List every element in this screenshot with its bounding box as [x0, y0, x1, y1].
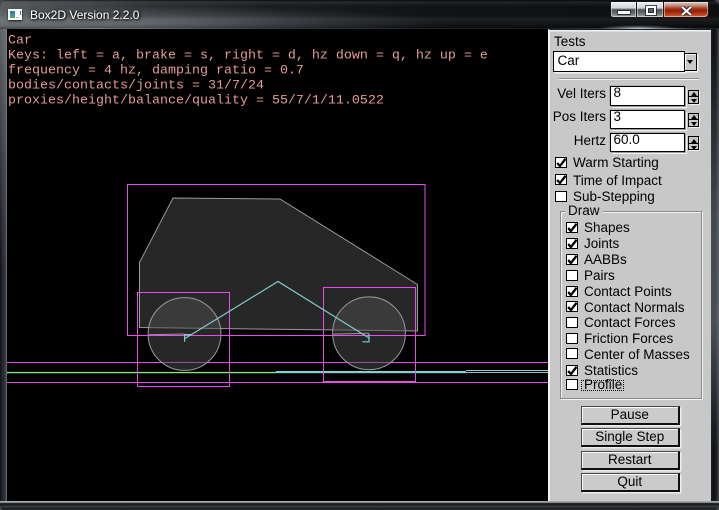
svg-text:Car: Car: [8, 34, 32, 49]
svg-text:Keys: left = a, brake = s, rig: Keys: left = a, brake = s, right = d, hz…: [8, 49, 488, 64]
svg-text:frequency = 4 hz, damping rati: frequency = 4 hz, damping ratio = 0.7: [8, 64, 304, 79]
svg-text:proxies/height/balance/quality: proxies/height/balance/quality = 55/7/1/…: [8, 94, 384, 109]
svg-text:bodies/contacts/joints = 31/7/: bodies/contacts/joints = 31/7/24: [8, 79, 264, 94]
